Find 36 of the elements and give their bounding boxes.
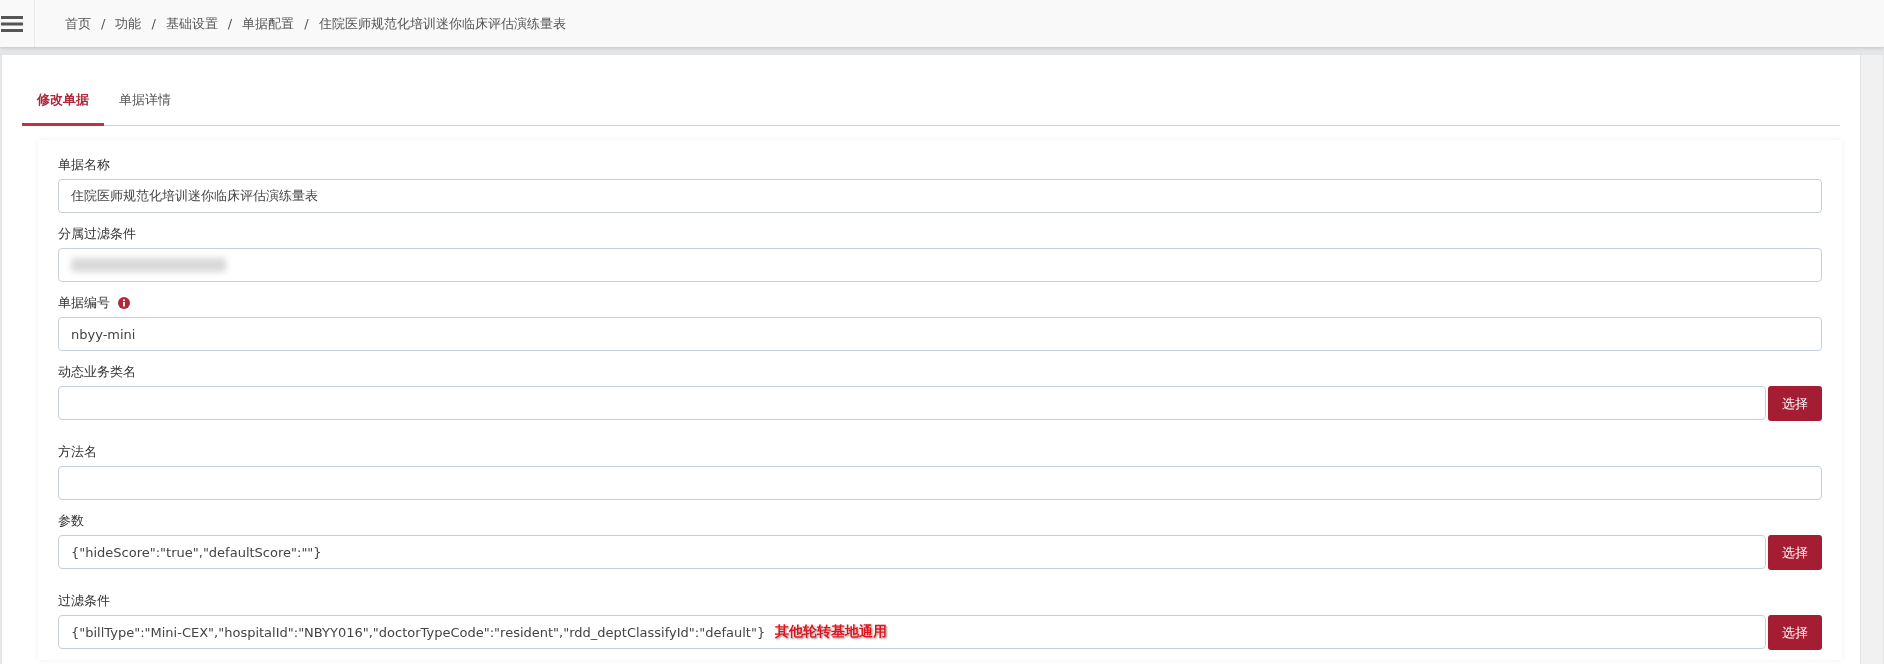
field-value: {"billType":"Mini-CEX","hospitalId":"NBYY016","doctorTypeCode":"resident","rdd_deptClassifyId":"default"}: [71, 624, 766, 640]
breadcrumb-separator: /: [227, 16, 233, 31]
select-button[interactable]: 选择: [1768, 615, 1822, 650]
breadcrumb-separator: /: [101, 16, 106, 31]
field-label: 过滤条件: [58, 591, 110, 610]
field-label: 分属过滤条件: [58, 224, 136, 243]
field-label: 单据名称: [58, 155, 110, 174]
scrollbar[interactable]: [1860, 55, 1883, 664]
select-button[interactable]: 选择: [1768, 386, 1822, 421]
select-button[interactable]: 选择: [1768, 535, 1822, 570]
field-value: 住院医师规范化培训迷你临床评估演练量表: [71, 187, 318, 205]
field-value: {"hideScore":"true","defaultScore":""}: [71, 544, 322, 560]
field-label: 单据编号: [58, 293, 110, 312]
input-field[interactable]: [58, 466, 1822, 500]
breadcrumb-item[interactable]: 单据配置: [242, 14, 295, 33]
field-label: 参数: [58, 511, 84, 530]
breadcrumb-separator: /: [151, 16, 156, 31]
info-icon[interactable]: [118, 296, 130, 309]
tab[interactable]: 修改单据: [22, 76, 104, 126]
tab[interactable]: 单据详情: [104, 76, 186, 126]
breadcrumb-item: 住院医师规范化培训迷你临床评估演练量表: [318, 14, 566, 33]
breadcrumb-item[interactable]: 基础设置: [165, 14, 218, 33]
input-field[interactable]: {"hideScore":"true","defaultScore":""}: [58, 535, 1766, 569]
field-label: 方法名: [58, 442, 97, 461]
input-field[interactable]: [58, 248, 1822, 282]
input-field[interactable]: 住院医师规范化培训迷你临床评估演练量表: [58, 179, 1822, 213]
field-value: nbyy-mini: [71, 326, 136, 342]
field-label: 动态业务类名: [58, 362, 136, 381]
menu-icon[interactable]: [1, 14, 23, 33]
input-field[interactable]: [58, 386, 1766, 420]
breadcrumb-item[interactable]: 首页: [65, 14, 91, 33]
input-field[interactable]: nbyy-mini: [58, 317, 1822, 351]
input-field[interactable]: {"billType":"Mini-CEX","hospitalId":"NBYY016","doctorTypeCode":"resident","rdd_deptClassifyId":"default"} 其他轮转基地通用: [58, 615, 1766, 649]
annotation-text: 其他轮转基地通用: [775, 623, 888, 641]
breadcrumb-separator: /: [304, 16, 309, 31]
breadcrumb-item[interactable]: 功能: [115, 14, 142, 33]
